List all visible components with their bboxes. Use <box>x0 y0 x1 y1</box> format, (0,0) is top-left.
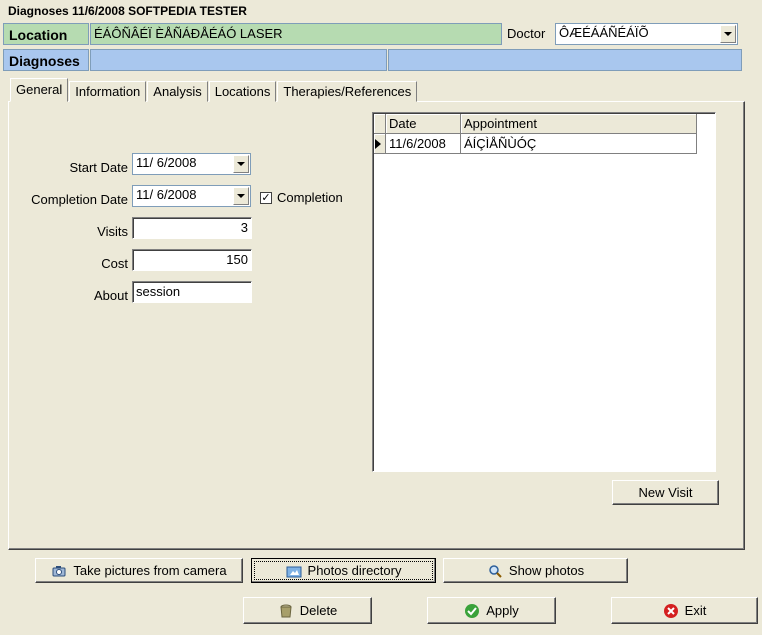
camera-icon <box>52 565 66 576</box>
completion-checkbox-row[interactable]: ✓ Completion <box>260 190 343 205</box>
start-date-value: 11/ 6/2008 <box>136 155 197 170</box>
visits-label: Visits <box>97 224 128 239</box>
tab-general[interactable]: General <box>10 78 69 102</box>
doctor-select-value: ÔÆÉÁÁÑÉÁÏÕ <box>559 25 649 40</box>
tab-analysis[interactable]: Analysis <box>147 81 208 102</box>
show-photos-button[interactable]: Show photos <box>443 558 628 583</box>
chevron-down-icon[interactable] <box>720 25 736 43</box>
delete-button[interactable]: Delete <box>243 597 372 624</box>
doctor-select[interactable]: ÔÆÉÁÁÑÉÁÏÕ <box>555 23 738 45</box>
new-visit-button[interactable]: New Visit <box>612 480 719 505</box>
grid-corner <box>374 114 386 134</box>
apply-label: Apply <box>486 603 519 618</box>
new-visit-label: New Visit <box>638 485 693 500</box>
photos-directory-label: Photos directory <box>307 563 402 578</box>
completion-date-label: Completion Date <box>31 192 128 207</box>
visits-field[interactable]: 3 <box>132 217 252 239</box>
folder-photo-icon <box>286 566 302 577</box>
exit-label: Exit <box>684 603 707 618</box>
tab-therapies-references[interactable]: Therapies/References <box>277 81 418 102</box>
grid-cell-appointment[interactable]: ÁÍÇÌÅÑÙÓÇ <box>461 134 697 154</box>
cost-field[interactable]: 150 <box>132 249 252 271</box>
diagnoses-field-2[interactable] <box>388 49 742 71</box>
photos-directory-button[interactable]: Photos directory <box>251 558 436 583</box>
take-pictures-button[interactable]: Take pictures from camera <box>35 558 243 583</box>
doctor-label: Doctor <box>507 26 546 41</box>
trash-bin-icon <box>280 604 292 617</box>
row-indicator-icon <box>374 134 386 154</box>
delete-label: Delete <box>299 603 338 618</box>
show-photos-label: Show photos <box>508 563 585 578</box>
chevron-down-icon[interactable] <box>233 187 249 205</box>
about-label: About <box>94 288 128 303</box>
location-field[interactable]: ÉÁÔÑÂÉÏ ÈÅÑÁÐÅÉÁÓ LASER <box>90 23 502 45</box>
start-date-picker[interactable]: 11/ 6/2008 <box>132 153 251 175</box>
close-icon <box>663 603 678 618</box>
window-title: Diagnoses 11/6/2008 SOFTPEDIA TESTER <box>0 0 762 22</box>
diagnoses-label: Diagnoses <box>3 49 89 71</box>
completion-date-picker[interactable]: 11/ 6/2008 <box>132 185 251 207</box>
cost-label: Cost <box>101 256 128 271</box>
location-label: Location <box>3 23 89 45</box>
grid-header-date[interactable]: Date <box>386 114 461 134</box>
appointments-grid[interactable]: Date Appointment 11/6/2008 ÁÍÇÌÅÑÙÓÇ <box>372 112 716 472</box>
tab-locations[interactable]: Locations <box>208 81 277 102</box>
exit-button[interactable]: Exit <box>611 597 758 624</box>
about-field[interactable]: session <box>132 281 252 303</box>
start-date-label: Start Date <box>69 160 128 175</box>
magnifier-photo-icon <box>489 564 502 578</box>
grid-cell-date[interactable]: 11/6/2008 <box>386 134 461 154</box>
grid-header-appointment[interactable]: Appointment <box>461 114 697 134</box>
checkmark-icon <box>465 603 480 618</box>
diagnoses-field-1[interactable] <box>90 49 387 71</box>
completion-checkbox-label: Completion <box>277 190 343 205</box>
chevron-down-icon[interactable] <box>233 155 249 173</box>
apply-button[interactable]: Apply <box>427 597 556 624</box>
take-pictures-label: Take pictures from camera <box>73 563 227 578</box>
tab-strip: General Information Analysis Locations T… <box>10 78 418 102</box>
completion-checkbox[interactable]: ✓ <box>260 191 272 204</box>
completion-date-value: 11/ 6/2008 <box>136 187 197 202</box>
tab-information[interactable]: Information <box>69 81 147 102</box>
